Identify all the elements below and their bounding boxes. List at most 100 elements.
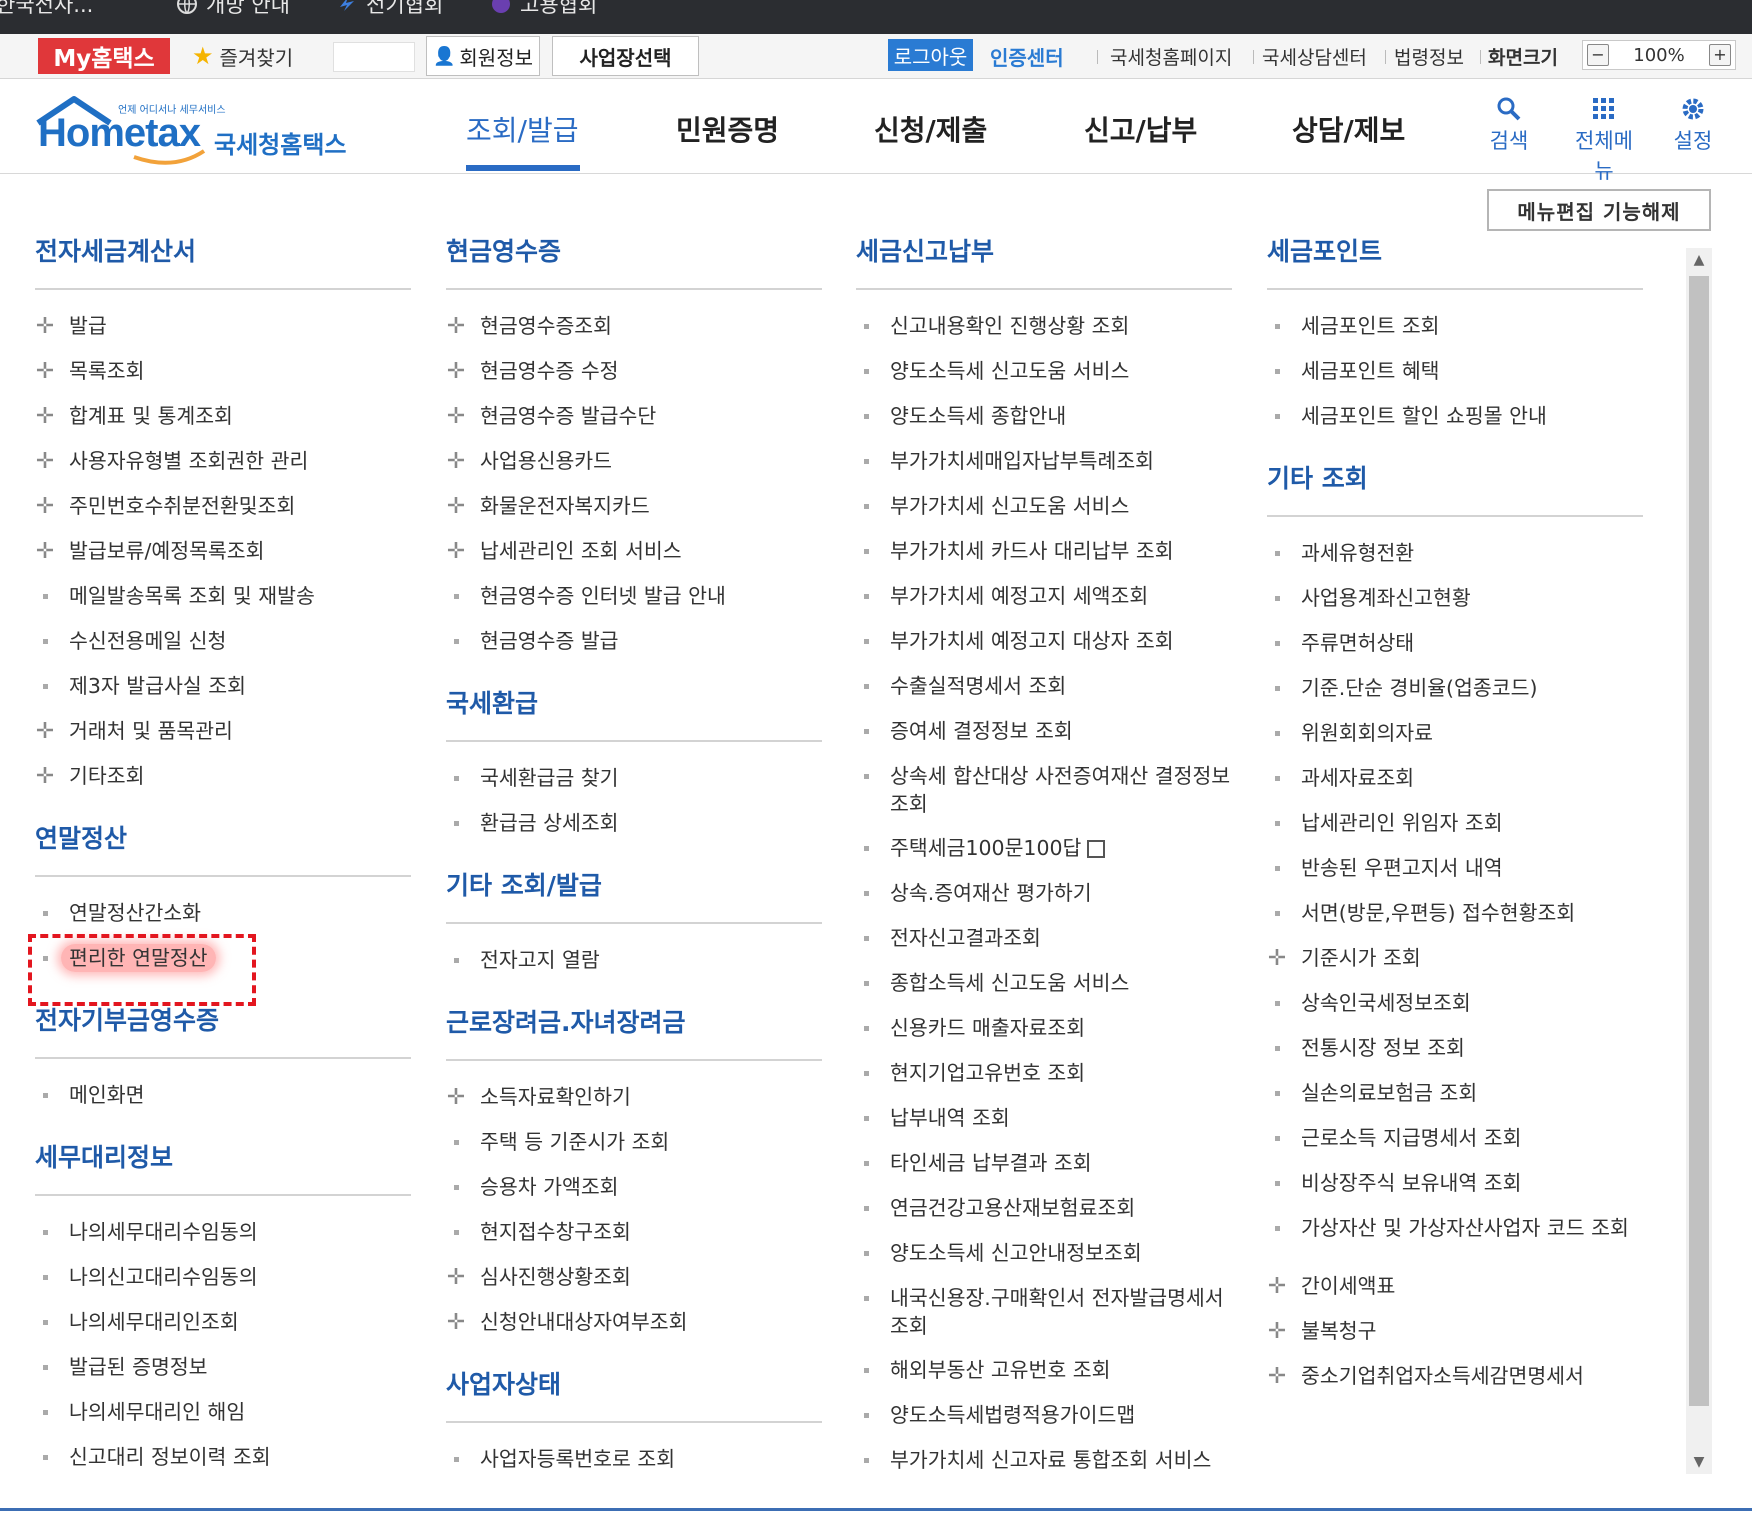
nav-consult-report[interactable]: 상담/제보 (1292, 109, 1405, 149)
menu-item[interactable]: 전자신고결과조회 (856, 916, 1232, 961)
menu-item[interactable]: 타인세금 납부결과 조회 (856, 1141, 1232, 1186)
menu-item[interactable]: 주류면허상태 (1267, 621, 1643, 666)
favorites-button[interactable]: ★ 즐겨찾기 (192, 40, 293, 72)
menu-item[interactable]: 부가가치세 예정고지 세액조회 (856, 574, 1232, 619)
law-info-link[interactable]: 법령정보 (1394, 40, 1464, 72)
scroll-down-icon[interactable]: ▼ (1686, 1450, 1712, 1474)
menu-item[interactable]: ✛ 현금영수증조회 (446, 304, 822, 349)
menu-item[interactable]: 양도소득세 신고도움 서비스 (856, 349, 1232, 394)
menu-item[interactable]: ✛ 불복청구 (1267, 1309, 1643, 1354)
menu-item[interactable]: 현금영수증 인터넷 발급 안내 (446, 574, 822, 619)
menu-item[interactable]: 신고대리 정보이력 조회 (35, 1435, 411, 1480)
menu-item[interactable]: 수출실적명세서 조회 (856, 664, 1232, 709)
nav-civil-certificate[interactable]: 민원증명 (676, 109, 779, 149)
menu-item[interactable]: 세금포인트 조회 (1267, 304, 1643, 349)
menu-item[interactable]: 나의세무대리인조회 (35, 1300, 411, 1345)
menu-item[interactable]: 상속세 합산대상 사전증여재산 결정정보 조회 (856, 754, 1232, 826)
menu-item[interactable]: 전통시장 정보 조회 (1267, 1026, 1643, 1071)
menu-item[interactable]: ✛ 발급 (35, 304, 411, 349)
menu-scrollbar[interactable]: ▲ ▼ (1686, 248, 1712, 1474)
bookmark-item[interactable]: 한국전자... (0, 0, 93, 17)
menu-item[interactable]: 기준.단순 경비율(업종코드) (1267, 666, 1643, 711)
hometax-logo[interactable]: 언제 어디서나 세무서비스 Hometax 국세청홈택스 (34, 91, 354, 165)
menu-item[interactable]: ✛ 사업용신용카드 (446, 439, 822, 484)
menu-item[interactable]: 전자고지 열람 (446, 938, 822, 983)
menu-item[interactable]: 나의신고대리수임동의 (35, 1255, 411, 1300)
my-hometax-button[interactable]: My홈택스 (38, 38, 170, 74)
menu-item[interactable]: 부가가치세매입자납부특례조회 (856, 439, 1232, 484)
logout-button[interactable]: 로그아웃 (888, 39, 973, 71)
menu-item[interactable]: ✛ 화물운전자복지카드 (446, 484, 822, 529)
menu-item[interactable]: ✛ 신청안내대상자여부조회 (446, 1300, 822, 1345)
menu-item[interactable]: ✛ 간이세액표 (1267, 1264, 1643, 1309)
menu-item[interactable]: 신고내용확인 진행상황 조회 (856, 304, 1232, 349)
scroll-up-icon[interactable]: ▲ (1686, 248, 1712, 272)
menu-item[interactable]: 가상자산 및 가상자산사업자 코드 조회 (1267, 1206, 1643, 1264)
section-title[interactable]: 세금신고납부 (856, 230, 1232, 274)
business-select-button[interactable]: 사업장선택 (552, 36, 699, 76)
menu-item[interactable]: ✛ 현금영수증 발급수단 (446, 394, 822, 439)
section-title[interactable]: 세무대리정보 (35, 1136, 411, 1180)
menu-item[interactable]: ✛ 주민번호수취분전환및조회 (35, 484, 411, 529)
menu-item[interactable]: ✛ 현금영수증 수정 (446, 349, 822, 394)
menu-item[interactable]: 메일발송목록 조회 및 재발송 (35, 574, 411, 619)
zoom-out-button[interactable]: − (1587, 44, 1609, 66)
menu-item[interactable]: 부가가치세 카드사 대리납부 조회 (856, 529, 1232, 574)
menu-item[interactable]: 연금건강고용산재보험료조회 (856, 1186, 1232, 1231)
menu-item[interactable]: ✛ 기준시가 조회 (1267, 936, 1643, 981)
all-menu-button[interactable]: 전체메뉴 (1566, 93, 1642, 185)
menu-item[interactable]: 양도소득세 신고안내정보조회 (856, 1231, 1232, 1276)
menu-item[interactable]: 내국신용장.구매확인서 전자발급명세서 조회 (856, 1276, 1232, 1348)
menu-item[interactable]: 메인화면 (35, 1073, 411, 1118)
consult-center-link[interactable]: 국세상담센터 (1262, 40, 1367, 72)
menu-item[interactable]: 비상장주식 보유내역 조회 (1267, 1161, 1643, 1206)
section-title[interactable]: 기타 조회 (1267, 457, 1643, 501)
menu-item[interactable]: ✛ 사용자유형별 조회권한 관리 (35, 439, 411, 484)
cert-center-link[interactable]: 인증센터 (990, 40, 1064, 72)
menu-item[interactable]: 세금포인트 혜택 (1267, 349, 1643, 394)
menu-item[interactable]: 상속인국세정보조회 (1267, 981, 1643, 1026)
bookmark-item[interactable]: 고용협회 (490, 0, 597, 17)
menu-item[interactable]: 실손의료보험금 조회 (1267, 1071, 1643, 1116)
menu-item[interactable]: 사업자등록번호로 조회 (446, 1437, 822, 1482)
menu-item[interactable]: 발급된 증명정보 (35, 1345, 411, 1390)
menu-item[interactable]: ✛ 발급보류/예정목록조회 (35, 529, 411, 574)
menu-item[interactable]: 승용차 가액조회 (446, 1165, 822, 1210)
menu-item[interactable]: 현지접수창구조회 (446, 1210, 822, 1255)
menu-item[interactable]: 종합소득세 신고도움 서비스 (856, 961, 1232, 1006)
menu-item[interactable]: 제3자 발급사실 조회 (35, 664, 411, 709)
menu-item[interactable]: 양도소득세법령적용가이드맵 (856, 1393, 1232, 1438)
menu-item[interactable]: ✛ 합계표 및 통계조회 (35, 394, 411, 439)
bookmark-item[interactable]: 전기협회 (336, 0, 443, 17)
menu-item[interactable]: 서면(방문,우편등) 접수현황조회 (1267, 891, 1643, 936)
menu-item[interactable]: 연말정산간소화 (35, 891, 411, 936)
nav-lookup-issue[interactable]: 조회/발급 (466, 109, 578, 149)
menu-item[interactable]: 국세환급금 찾기 (446, 756, 822, 801)
menu-item[interactable]: 증여세 결정정보 조회 (856, 709, 1232, 754)
menu-item[interactable]: 주택 등 기준시가 조회 (446, 1120, 822, 1165)
section-title[interactable]: 연말정산 (35, 817, 411, 861)
section-title[interactable]: 기타 조회/발급 (446, 864, 822, 908)
zoom-in-button[interactable]: + (1709, 44, 1731, 66)
scrollbar-thumb[interactable] (1689, 276, 1709, 1406)
menu-item[interactable]: 현금영수증 발급 (446, 619, 822, 664)
menu-item[interactable]: 과세유형전환 (1267, 531, 1643, 576)
menu-item[interactable]: ✛ 거래처 및 품목관리 (35, 709, 411, 754)
menu-item[interactable]: ✛ 심사진행상황조회 (446, 1255, 822, 1300)
menu-item[interactable]: 부가가치세 신고도움 서비스 (856, 484, 1232, 529)
menu-item[interactable]: 반송된 우편고지서 내역 (1267, 846, 1643, 891)
menu-item[interactable]: 신용카드 매출자료조회 (856, 1006, 1232, 1051)
menu-item[interactable]: ✛ 목록조회 (35, 349, 411, 394)
menu-edit-toggle-button[interactable]: 메뉴편집 기능해제 (1487, 189, 1711, 231)
section-title[interactable]: 세금포인트 (1267, 230, 1643, 274)
menu-item[interactable]: ✛ 중소기업취업자소득세감면명세서 (1267, 1354, 1643, 1399)
menu-item[interactable]: 수신전용메일 신청 (35, 619, 411, 664)
menu-item[interactable]: 과세자료조회 (1267, 756, 1643, 801)
section-title[interactable]: 사업자상태 (446, 1363, 822, 1407)
menu-item[interactable]: 나의세무대리수임동의 (35, 1210, 411, 1255)
menu-item[interactable]: 주택세금100문100답 (856, 826, 1232, 871)
section-title[interactable]: 근로장려금.자녀장려금 (446, 1001, 822, 1045)
menu-item[interactable]: ✛ 소득자료확인하기 (446, 1075, 822, 1120)
menu-item[interactable]: 납세관리인 위임자 조회 (1267, 801, 1643, 846)
menu-item[interactable]: 부가가치세 신고자료 통합조회 서비스 (856, 1438, 1232, 1483)
